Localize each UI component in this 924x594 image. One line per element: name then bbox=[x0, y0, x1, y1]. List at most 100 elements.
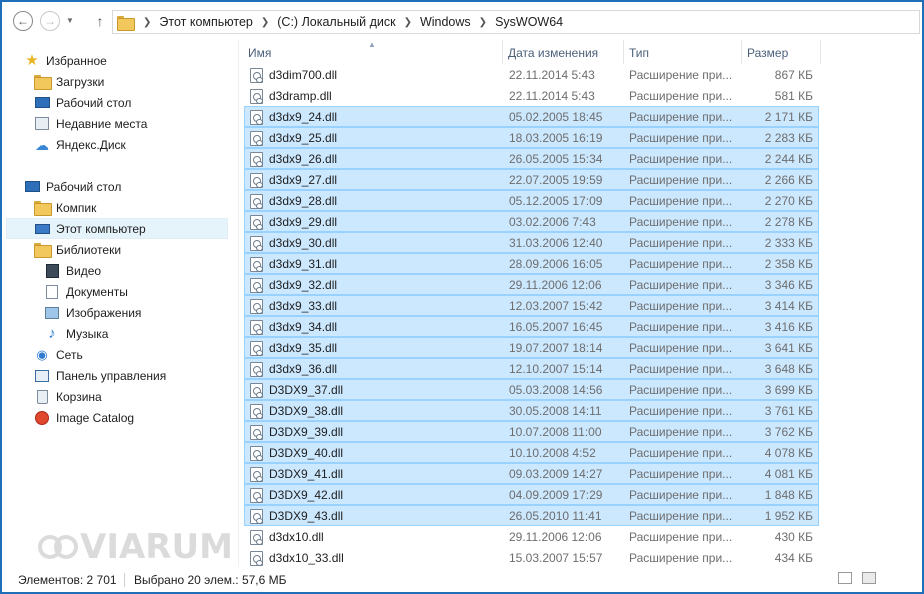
dll-file-icon bbox=[250, 67, 263, 83]
nav-network[interactable]: ◉ Сеть bbox=[34, 344, 82, 365]
file-row[interactable]: d3dx10.dll 29.11.2006 12:06 Расширение при… bbox=[244, 526, 819, 547]
nav-downloads[interactable]: Загрузки bbox=[34, 71, 104, 92]
file-date: 28.09.2006 16:05 bbox=[509, 257, 603, 271]
file-row[interactable]: D3DX9_40.dll 10.10.2008 4:52 Расширение пр… bbox=[244, 442, 819, 463]
dll-file-icon bbox=[250, 319, 263, 335]
column-header-date[interactable]: Дата изменения bbox=[503, 42, 623, 64]
nav-desktop[interactable]: Рабочий стол bbox=[24, 176, 121, 197]
file-type: Расширение при... bbox=[629, 278, 733, 292]
breadcrumb-this-pc[interactable]: Этот компьютер bbox=[159, 15, 252, 29]
file-row[interactable]: D3DX9_38.dll 30.05.2008 14:11 Расширение п… bbox=[244, 400, 819, 421]
file-date: 29.11.2006 12:06 bbox=[509, 278, 602, 292]
file-row[interactable]: d3dx9_29.dll 03.02.2006 7:43 Расширение пр… bbox=[244, 211, 819, 232]
file-name: d3dx9_28.dll bbox=[269, 194, 338, 208]
recent-locations-dropdown[interactable]: ▼ bbox=[66, 16, 74, 25]
file-name: d3dx9_27.dll bbox=[269, 173, 338, 187]
breadcrumb-syswow64[interactable]: SysWOW64 bbox=[495, 15, 563, 29]
file-row[interactable]: D3DX9_37.dll 05.03.2008 14:56 Расширение п… bbox=[244, 379, 819, 400]
pane-divider[interactable] bbox=[238, 40, 239, 567]
nav-videos[interactable]: Видео bbox=[44, 260, 101, 281]
folder-icon bbox=[117, 15, 135, 31]
dll-file-icon bbox=[250, 130, 263, 146]
column-separator[interactable] bbox=[820, 40, 821, 64]
file-row[interactable]: d3dx9_31.dll 28.09.2006 16:05 Расширение п… bbox=[244, 253, 819, 274]
file-row[interactable]: D3DX9_41.dll 09.03.2009 14:27 Расширение п… bbox=[244, 463, 819, 484]
nav-item-label: Избранное bbox=[46, 53, 107, 68]
nav-image-catalog[interactable]: Image Catalog bbox=[34, 407, 134, 428]
file-name-cell: D3DX9_39.dll bbox=[250, 424, 343, 440]
file-row[interactable]: d3dx9_30.dll 31.03.2006 12:40 Расширение п… bbox=[244, 232, 819, 253]
nav-item-label: Корзина bbox=[56, 389, 102, 404]
file-date: 04.09.2009 17:29 bbox=[509, 488, 603, 502]
nav-recent-places[interactable]: Недавние места bbox=[34, 113, 147, 134]
file-row[interactable]: D3DX9_43.dll 26.05.2010 11:41 Расширение п… bbox=[244, 505, 819, 526]
nav-yandex-disk[interactable]: ☁ Яндекс.Диск bbox=[34, 134, 126, 155]
file-type: Расширение при... bbox=[629, 236, 733, 250]
nav-item-label: Видео bbox=[66, 263, 102, 278]
details-view-icon[interactable] bbox=[838, 572, 852, 584]
file-row[interactable]: d3dx10_33.dll 15.03.2007 15:57 Расширение … bbox=[244, 547, 819, 568]
nav-item-label: Библиотеки bbox=[56, 242, 122, 257]
file-row[interactable]: d3dx9_28.dll 05.12.2005 17:09 Расширение п… bbox=[244, 190, 819, 211]
nav-control-panel[interactable]: Панель управления bbox=[34, 365, 166, 386]
file-row[interactable]: d3dx9_36.dll 12.10.2007 15:14 Расширение п… bbox=[244, 358, 819, 379]
breadcrumb-separator-icon[interactable]: ❯ bbox=[479, 17, 487, 28]
address-toolbar: ← → ▼ ↑ ❯ Этот компьютер ❯ (C:) Локальны… bbox=[2, 2, 922, 40]
file-name-cell: d3dx9_29.dll bbox=[250, 214, 337, 230]
file-row[interactable]: d3dx9_34.dll 16.05.2007 16:45 Расширение п… bbox=[244, 316, 819, 337]
column-header-size[interactable]: Размер bbox=[742, 42, 820, 64]
dll-file-icon bbox=[250, 151, 263, 167]
nav-favorites[interactable]: ★ Избранное bbox=[24, 50, 107, 71]
column-header-name[interactable]: Имя bbox=[243, 42, 502, 64]
nav-documents[interactable]: Документы bbox=[44, 281, 128, 302]
nav-desktop-fav[interactable]: Рабочий стол bbox=[34, 92, 131, 113]
file-row[interactable]: d3dim700.dll 22.11.2014 5:43 Расширение пр… bbox=[244, 64, 819, 85]
nav-recycle-bin[interactable]: Корзина bbox=[34, 386, 102, 407]
file-row[interactable]: d3dx9_35.dll 19.07.2007 18:14 Расширение п… bbox=[244, 337, 819, 358]
file-list: ▲ Имя Дата изменения Тип Размер d3dim700… bbox=[243, 40, 823, 567]
nav-pictures[interactable]: Изображения bbox=[44, 302, 141, 323]
large-icons-view-icon[interactable] bbox=[862, 572, 876, 584]
file-row[interactable]: d3dramp.dll 22.11.2014 5:43 Расширение при… bbox=[244, 85, 819, 106]
breadcrumb-separator-icon[interactable]: ❯ bbox=[261, 17, 269, 28]
file-date: 10.10.2008 4:52 bbox=[509, 446, 596, 460]
breadcrumb-local-disk[interactable]: (C:) Локальный диск bbox=[277, 15, 395, 29]
file-row[interactable]: d3dx9_24.dll 05.02.2005 18:45 Расширение п… bbox=[244, 106, 819, 127]
file-type: Расширение при... bbox=[629, 425, 733, 439]
file-type: Расширение при... bbox=[629, 194, 733, 208]
file-row[interactable]: d3dx9_32.dll 29.11.2006 12:06 Расширение п… bbox=[244, 274, 819, 295]
file-row[interactable]: D3DX9_39.dll 10.07.2008 11:00 Расширение п… bbox=[244, 421, 819, 442]
forward-button[interactable]: → bbox=[40, 11, 60, 31]
breadcrumb-separator-icon[interactable]: ❯ bbox=[404, 17, 412, 28]
file-row[interactable]: D3DX9_42.dll 04.09.2009 17:29 Расширение п… bbox=[244, 484, 819, 505]
user-folder-icon bbox=[34, 200, 52, 216]
nav-libraries[interactable]: Библиотеки bbox=[34, 239, 121, 260]
file-date: 05.12.2005 17:09 bbox=[509, 194, 603, 208]
dll-file-icon bbox=[250, 340, 263, 356]
dll-file-icon bbox=[250, 550, 263, 566]
column-header-type[interactable]: Тип bbox=[624, 42, 741, 64]
dll-file-icon bbox=[250, 214, 263, 230]
file-type: Расширение при... bbox=[629, 173, 733, 187]
file-row[interactable]: d3dx9_25.dll 18.03.2005 16:19 Расширение п… bbox=[244, 127, 819, 148]
file-name: d3dx9_29.dll bbox=[269, 215, 338, 229]
file-size: 2 266 КБ bbox=[764, 173, 813, 187]
breadcrumb-separator-icon[interactable]: ❯ bbox=[143, 17, 151, 28]
nav-music[interactable]: ♪ Музыка bbox=[44, 323, 108, 344]
dll-file-icon bbox=[250, 256, 263, 272]
file-name: d3dim700.dll bbox=[269, 68, 338, 82]
nav-this-pc[interactable]: Этот компьютер bbox=[6, 218, 228, 239]
file-type: Расширение при... bbox=[629, 257, 733, 271]
file-row[interactable]: d3dx9_33.dll 12.03.2007 15:42 Расширение п… bbox=[244, 295, 819, 316]
file-row[interactable]: d3dx9_27.dll 22.07.2005 19:59 Расширение п… bbox=[244, 169, 819, 190]
network-icon: ◉ bbox=[36, 346, 48, 362]
breadcrumb-windows[interactable]: Windows bbox=[420, 15, 471, 29]
file-name-cell: d3dx9_24.dll bbox=[250, 109, 337, 125]
nav-item-label: Музыка bbox=[66, 326, 109, 341]
file-row[interactable]: d3dx9_26.dll 26.05.2005 15:34 Расширение п… bbox=[244, 148, 819, 169]
nav-compik[interactable]: Компик bbox=[34, 197, 96, 218]
address-bar[interactable]: ❯ Этот компьютер ❯ (C:) Локальный диск ❯… bbox=[112, 10, 920, 34]
back-button[interactable]: ← bbox=[13, 11, 33, 31]
up-button[interactable]: ↑ bbox=[92, 12, 108, 30]
dll-file-icon bbox=[250, 466, 263, 482]
